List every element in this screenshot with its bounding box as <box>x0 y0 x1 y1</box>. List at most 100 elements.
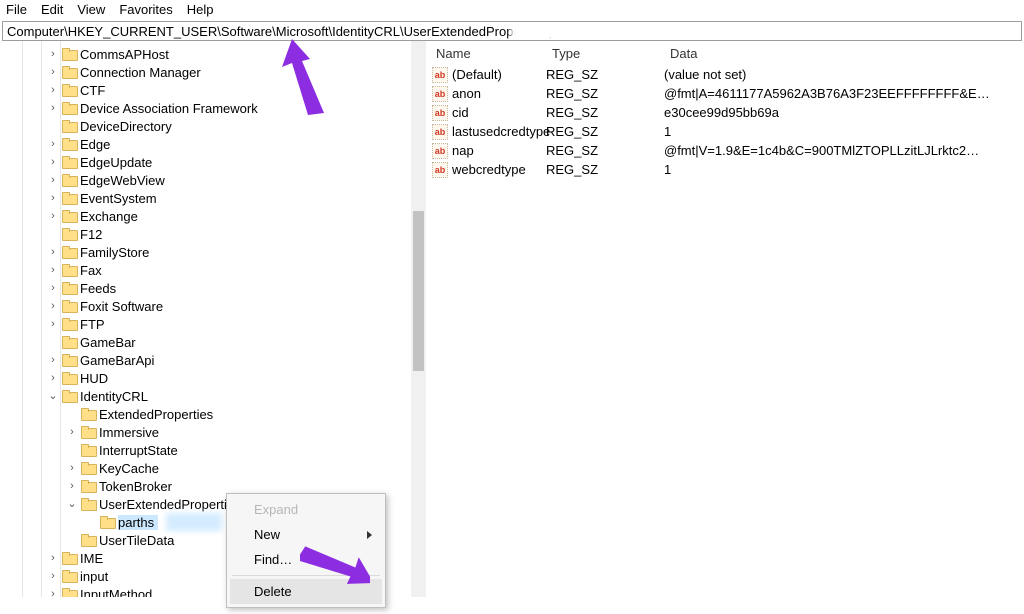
tree-item[interactable]: ›Edge <box>0 135 426 153</box>
folder-icon <box>62 66 76 78</box>
value-name: nap <box>452 143 474 158</box>
tree-item[interactable]: › FTP <box>0 315 426 333</box>
tree-item[interactable]: › Device Association Framework <box>0 99 426 117</box>
tree-item[interactable]: ›CommsAPHost <box>0 45 426 63</box>
chevron-right-icon[interactable]: › <box>46 189 60 207</box>
tree-item-label: InputMethod <box>80 587 152 598</box>
string-value-icon: ab <box>432 162 448 178</box>
menu-favorites[interactable]: Favorites <box>119 2 172 17</box>
chevron-right-icon[interactable]: › <box>46 585 60 597</box>
chevron-right-icon[interactable]: › <box>46 63 60 81</box>
tree-item-label: GameBarApi <box>80 353 154 368</box>
annotation-arrow-bottom <box>300 526 370 614</box>
tree-item[interactable]: ›CTF <box>0 81 426 99</box>
tree-item[interactable]: › EdgeWebView <box>0 171 426 189</box>
menu-view[interactable]: View <box>77 2 105 17</box>
tree-item[interactable]: › FamilyStore <box>0 243 426 261</box>
tree-item[interactable]: › GameBarApi <box>0 351 426 369</box>
registry-values-list[interactable]: ab(Default)REG_SZ(value not set)abanonRE… <box>426 65 1024 179</box>
chevron-right-icon[interactable]: › <box>46 171 60 189</box>
tree-item[interactable]: ›Immersive <box>0 423 426 441</box>
tree-item-label: IME <box>80 551 103 566</box>
col-type[interactable]: Type <box>546 46 664 61</box>
col-data[interactable]: Data <box>664 46 1024 61</box>
tree-item[interactable]: ›InterruptState <box>0 441 426 459</box>
tree-item[interactable]: ›F12 <box>0 225 426 243</box>
tree-item[interactable]: › Foxit Software <box>0 297 426 315</box>
tree-item[interactable]: ›Exchange <box>0 207 426 225</box>
tree-item-label: Foxit Software <box>80 299 163 314</box>
folder-icon <box>62 570 76 582</box>
chevron-down-icon[interactable]: ⌄ <box>65 495 79 513</box>
chevron-right-icon[interactable]: › <box>46 45 60 63</box>
chevron-right-icon[interactable]: › <box>46 549 60 567</box>
chevron-right-icon[interactable]: › <box>46 351 60 369</box>
value-type: REG_SZ <box>546 105 664 120</box>
value-row[interactable]: abanonREG_SZ@fmt|A=4611177A5962A3B76A3F2… <box>426 84 1024 103</box>
scroll-thumb[interactable] <box>413 211 424 371</box>
value-name: cid <box>452 105 469 120</box>
value-row[interactable]: abnapREG_SZ@fmt|V=1.9&E=1c4b&C=900TMlZTO… <box>426 141 1024 160</box>
chevron-right-icon[interactable]: › <box>65 459 79 477</box>
tree-item[interactable]: ›HUD <box>0 369 426 387</box>
chevron-right-icon[interactable]: › <box>46 279 60 297</box>
tree-item[interactable]: › KeyCache <box>0 459 426 477</box>
tree-item-label: TokenBroker <box>99 479 172 494</box>
tree-item[interactable]: ›Connection Manager <box>0 63 426 81</box>
list-header[interactable]: Name Type Data <box>426 41 1024 65</box>
menu-file[interactable]: File <box>6 2 27 17</box>
chevron-right-icon[interactable]: › <box>46 243 60 261</box>
value-row[interactable]: abwebcredtypeREG_SZ1 <box>426 160 1024 179</box>
tree-item-label: Fax <box>80 263 102 278</box>
chevron-right-icon[interactable]: › <box>65 477 79 495</box>
tree-item[interactable]: ›EdgeUpdate <box>0 153 426 171</box>
tree-item-label: FamilyStore <box>80 245 149 260</box>
tree-item[interactable]: ›Feeds <box>0 279 426 297</box>
folder-icon <box>81 480 95 492</box>
tree-item-label: KeyCache <box>99 461 159 476</box>
tree-item-label: FTP <box>80 317 105 332</box>
tree-item[interactable]: ›EventSystem <box>0 189 426 207</box>
folder-icon <box>62 192 76 204</box>
chevron-down-icon[interactable]: ⌄ <box>46 387 60 405</box>
folder-icon <box>100 516 114 528</box>
string-value-icon: ab <box>432 143 448 159</box>
string-value-icon: ab <box>432 105 448 121</box>
value-row[interactable]: ablastusedcredtypeREG_SZ1 <box>426 122 1024 141</box>
col-name[interactable]: Name <box>426 46 546 61</box>
address-bar[interactable]: Computer\HKEY_CURRENT_USER\Software\Micr… <box>2 21 1022 41</box>
value-row[interactable]: abcidREG_SZe30cee99d95bb69a <box>426 103 1024 122</box>
tree-item[interactable]: ⌄IdentityCRL <box>0 387 426 405</box>
value-data: (value not set) <box>664 67 1024 82</box>
tree-item-label: EdgeWebView <box>80 173 165 188</box>
chevron-right-icon[interactable]: › <box>46 261 60 279</box>
tree-item[interactable]: ›DeviceDirectory <box>0 117 426 135</box>
chevron-right-icon[interactable]: › <box>46 99 60 117</box>
folder-icon <box>62 210 76 222</box>
tree-item[interactable]: ›GameBar <box>0 333 426 351</box>
chevron-right-icon[interactable]: › <box>46 153 60 171</box>
chevron-right-icon[interactable]: › <box>46 297 60 315</box>
chevron-right-icon[interactable]: › <box>65 423 79 441</box>
value-row[interactable]: ab(Default)REG_SZ(value not set) <box>426 65 1024 84</box>
tree-item-label: input <box>80 569 108 584</box>
tree-scrollbar[interactable] <box>411 41 426 597</box>
chevron-right-icon[interactable]: › <box>46 135 60 153</box>
value-name: anon <box>452 86 481 101</box>
menu-edit[interactable]: Edit <box>41 2 63 17</box>
chevron-right-icon[interactable]: › <box>46 207 60 225</box>
folder-icon <box>81 498 95 510</box>
tree-item[interactable]: › Fax <box>0 261 426 279</box>
chevron-right-icon[interactable]: › <box>46 315 60 333</box>
chevron-right-icon[interactable]: › <box>46 369 60 387</box>
context-expand: Expand <box>230 497 382 522</box>
folder-icon <box>62 372 76 384</box>
folder-icon <box>62 246 76 258</box>
folder-icon <box>62 300 76 312</box>
tree-item-label: Device Association Framework <box>80 101 258 116</box>
chevron-right-icon[interactable]: › <box>46 567 60 585</box>
chevron-right-icon[interactable]: › <box>46 81 60 99</box>
folder-icon <box>62 264 76 276</box>
menu-help[interactable]: Help <box>187 2 214 17</box>
tree-item[interactable]: ›ExtendedProperties <box>0 405 426 423</box>
